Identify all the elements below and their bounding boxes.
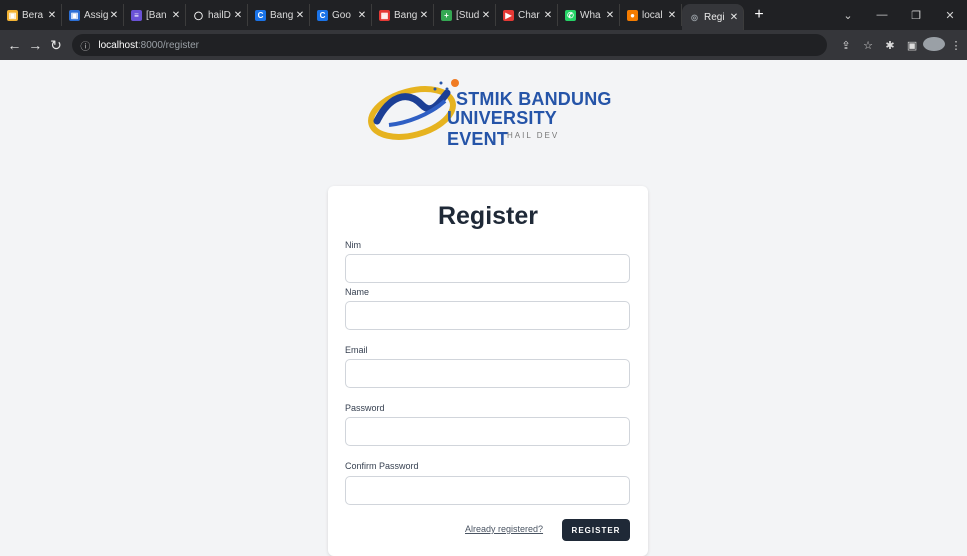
github-icon: ◯ xyxy=(193,9,204,21)
info-icon[interactable]: ⓘ xyxy=(80,38,90,53)
extensions-icon[interactable]: ✱ xyxy=(879,39,901,52)
tab-label: Regi xyxy=(704,11,725,23)
tab-label: Bera xyxy=(22,9,44,21)
forward-button[interactable]: → xyxy=(25,37,46,53)
tab-list: ▣ Bera ✕ ▣ Assig ✕ ≡ [Ban ✕ ◯ hailD ✕ C Bang ✕ C Goo ✕ ▦ Ba… xyxy=(0,0,682,30)
reload-button[interactable]: ↻ xyxy=(46,37,67,54)
confirm-password-input[interactable] xyxy=(345,476,630,505)
restore-button[interactable]: ❐ xyxy=(899,9,933,22)
tab-label: Char xyxy=(518,9,540,21)
tab[interactable]: C Goo ✕ xyxy=(310,4,372,26)
close-icon[interactable]: ✕ xyxy=(356,10,368,21)
tab-label: Wha xyxy=(580,9,601,21)
close-icon[interactable]: ✕ xyxy=(294,10,306,21)
close-icon[interactable]: ✕ xyxy=(604,10,616,21)
chevron-down-icon[interactable]: ⌄ xyxy=(831,9,865,22)
close-icon[interactable]: ✕ xyxy=(232,10,244,21)
logo-title-line2: UNIVERSITY EVENT xyxy=(447,108,557,149)
tab-label: Assig xyxy=(84,9,108,21)
tab-label: Bang xyxy=(270,9,294,21)
tab-label: local xyxy=(642,9,663,21)
nim-label: Nim xyxy=(345,240,361,250)
register-button[interactable]: REGISTER xyxy=(562,519,630,541)
close-icon[interactable]: ✕ xyxy=(728,12,740,23)
tab-label: Goo xyxy=(332,9,351,21)
tab[interactable]: ▶ Char ✕ xyxy=(496,4,558,26)
tab-active[interactable]: ◎ Regi ✕ xyxy=(682,4,744,30)
logo: STMIK BANDUNG UNIVERSITY EVENT HAIL DEV xyxy=(367,75,617,149)
c-icon: C xyxy=(255,9,266,21)
orange-circle-icon: ● xyxy=(627,9,638,21)
confirm-password-label: Confirm Password xyxy=(345,461,419,471)
tab-label: Bang xyxy=(394,9,418,21)
password-input[interactable] xyxy=(345,417,630,446)
tab[interactable]: ≡ [Ban ✕ xyxy=(124,4,186,26)
close-icon[interactable]: ✕ xyxy=(480,10,492,21)
share-icon[interactable]: ⇪ xyxy=(835,39,857,52)
whatsapp-icon: ✆ xyxy=(565,9,576,21)
close-window-button[interactable]: ✕ xyxy=(933,9,967,22)
globe-icon: ◎ xyxy=(691,12,698,22)
back-button[interactable]: ← xyxy=(4,37,25,53)
tab[interactable]: ✆ Wha ✕ xyxy=(558,4,620,26)
name-input[interactable] xyxy=(345,301,630,330)
email-input[interactable] xyxy=(345,359,630,388)
youtube-icon: ▶ xyxy=(503,9,514,21)
green-plus-icon: + xyxy=(441,9,452,21)
tab[interactable]: ● local ✕ xyxy=(620,4,682,26)
address-bar-row: ← → ↻ ⓘ localhost:8000/register ⇪ ☆ ✱ ▣ … xyxy=(0,30,967,60)
menu-icon[interactable]: ⋮ xyxy=(945,39,967,52)
close-icon[interactable]: ✕ xyxy=(46,10,58,21)
password-label: Password xyxy=(345,403,385,413)
email-label: Email xyxy=(345,345,368,355)
url-input[interactable]: ⓘ localhost:8000/register xyxy=(72,34,828,56)
close-icon[interactable]: ✕ xyxy=(418,10,430,21)
register-card: Register Nim Name Email Password Confirm… xyxy=(328,186,648,556)
tab[interactable]: + [Stud ✕ xyxy=(434,4,496,26)
close-icon[interactable]: ✕ xyxy=(108,10,120,21)
window-controls: ⌄ — ❐ ✕ xyxy=(831,9,967,22)
url-host: localhost xyxy=(98,39,138,51)
logo-subtitle: HAIL DEV xyxy=(507,131,560,140)
star-icon[interactable]: ☆ xyxy=(857,39,879,52)
tab-label: hailD xyxy=(208,9,231,21)
tab-label: [Stud xyxy=(456,9,480,21)
minimize-button[interactable]: — xyxy=(865,9,899,21)
close-icon[interactable]: ✕ xyxy=(170,10,182,21)
logo-title-line1: STMIK BANDUNG xyxy=(456,89,612,109)
tab[interactable]: ▣ Bera ✕ xyxy=(0,4,62,26)
name-label: Name xyxy=(345,287,370,297)
nim-input[interactable] xyxy=(345,254,630,283)
close-icon[interactable]: ✕ xyxy=(542,10,554,21)
already-registered-link[interactable]: Already registered? xyxy=(465,524,543,534)
browser-tab-strip: ▣ Bera ✕ ▣ Assig ✕ ≡ [Ban ✕ ◯ hailD ✕ C Bang ✕ C Goo ✕ ▦ Ba… xyxy=(0,0,967,30)
tab[interactable]: ▦ Bang ✕ xyxy=(372,4,434,26)
toolbar-icons: ⇪ ☆ ✱ ▣ ⋮ xyxy=(835,36,967,54)
tab[interactable]: ◯ hailD ✕ xyxy=(186,4,248,26)
tab[interactable]: C Bang ✕ xyxy=(248,4,310,26)
tab-label: [Ban xyxy=(146,9,167,21)
purple-doc-icon: ≡ xyxy=(131,9,142,21)
new-tab-button[interactable]: + xyxy=(752,6,766,24)
close-icon[interactable]: ✕ xyxy=(666,10,678,21)
yellow-image-icon: ▣ xyxy=(7,9,18,21)
c-icon: C xyxy=(317,9,328,21)
url-path: :8000/register xyxy=(137,39,200,51)
side-panel-icon[interactable]: ▣ xyxy=(901,39,923,52)
profile-avatar[interactable] xyxy=(923,36,946,54)
blue-image-icon: ▣ xyxy=(69,9,80,21)
red-grid-icon: ▦ xyxy=(379,9,390,21)
page-title: Register xyxy=(437,202,539,230)
tab[interactable]: ▣ Assig ✕ xyxy=(62,4,124,26)
